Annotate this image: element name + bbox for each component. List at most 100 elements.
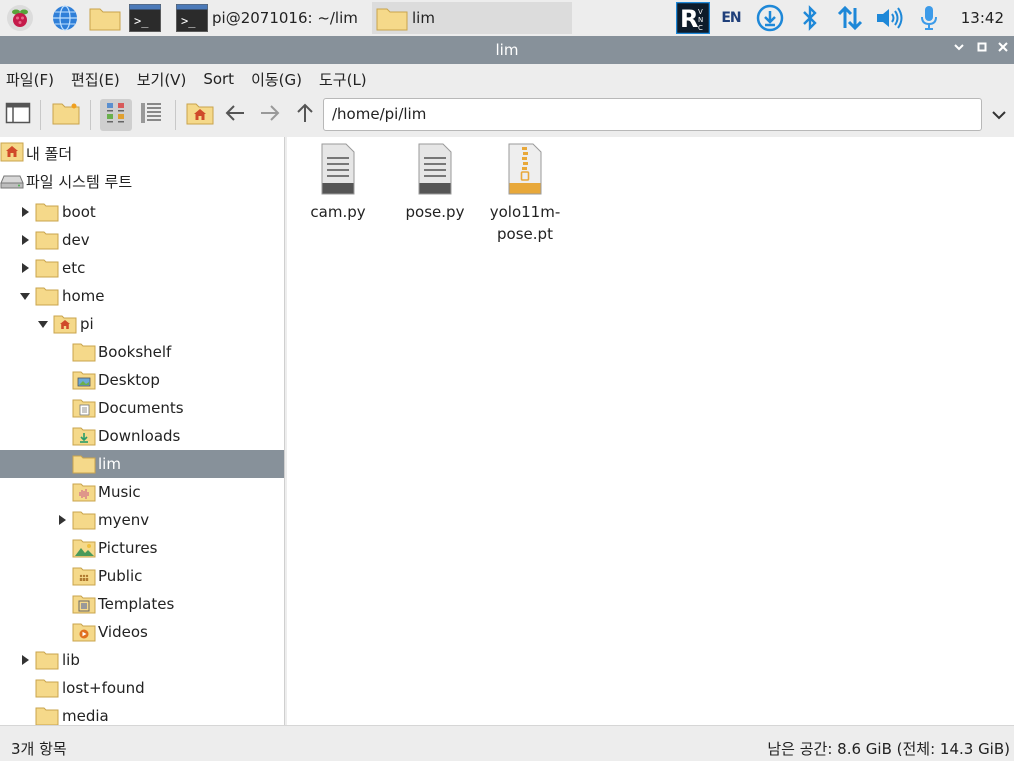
web-browser-icon[interactable]	[50, 3, 80, 33]
menu-go[interactable]: 이동(G)	[251, 69, 302, 90]
network-icon[interactable]	[835, 3, 865, 33]
menu-sort[interactable]: Sort	[203, 70, 234, 88]
tree-item-home[interactable]: home	[0, 282, 284, 310]
drive-icon	[0, 175, 24, 189]
window-title: lim	[495, 41, 519, 59]
clock[interactable]: 13:42	[961, 9, 1004, 27]
text-file-icon	[418, 143, 452, 195]
tree-item-media[interactable]: media	[0, 702, 284, 725]
downloads-folder-icon	[72, 427, 96, 446]
folder-icon	[376, 5, 408, 31]
path-input[interactable]: /home/pi/lim	[323, 98, 982, 131]
taskbar-task-file-manager[interactable]: lim	[372, 2, 572, 34]
file-item[interactable]: pose.py	[390, 143, 480, 223]
task-label: pi@2071016: ~/lim	[212, 9, 358, 27]
icon-view-icon	[105, 101, 127, 129]
tree-item-bookshelf[interactable]: Bookshelf	[0, 338, 284, 366]
svg-text:R: R	[680, 5, 698, 33]
sidebar-place-label: 내 폴더	[26, 145, 73, 163]
new-folder-icon	[52, 101, 80, 129]
minimize-icon[interactable]	[949, 40, 969, 60]
tree-item-label: Downloads	[98, 427, 181, 445]
expand-arrow-icon[interactable]	[19, 262, 31, 274]
expand-arrow-icon[interactable]	[56, 514, 68, 526]
expand-arrow-icon[interactable]	[19, 234, 31, 246]
toolbar-separator	[175, 100, 176, 130]
tree-item-dev[interactable]: dev	[0, 226, 284, 254]
menu-view[interactable]: 보기(V)	[137, 69, 187, 90]
desktop-folder-icon	[72, 371, 96, 390]
expand-arrow-icon[interactable]	[19, 654, 31, 666]
tree-item-lib[interactable]: lib	[0, 646, 284, 674]
taskbar-task-terminal[interactable]: >_ pi@2071016: ~/lim	[172, 2, 368, 34]
up-button[interactable]	[289, 99, 321, 131]
tree-item-documents[interactable]: Documents	[0, 394, 284, 422]
tree-item-lost-found[interactable]: lost+found	[0, 674, 284, 702]
tree-item-music[interactable]: Music	[0, 478, 284, 506]
tree-item-label: home	[62, 287, 105, 305]
new-window-button[interactable]	[2, 99, 34, 131]
svg-text:C: C	[698, 24, 703, 32]
updater-icon[interactable]	[755, 3, 785, 33]
icon-view-button[interactable]	[100, 99, 132, 131]
videos-folder-icon	[72, 623, 96, 642]
window-titlebar[interactable]: lim	[0, 36, 1014, 64]
tree-item-videos[interactable]: Videos	[0, 618, 284, 646]
vnc-icon[interactable]: R V N C	[676, 2, 710, 34]
taskbar: >_ >_ pi@2071016: ~/lim lim R V N C EN 1…	[0, 0, 1014, 36]
directory-tree-pane[interactable]: 내 폴더 파일 시스템 루트 boot dev etc home pi Book…	[0, 137, 285, 725]
sidebar-place-home[interactable]: 내 폴더	[0, 138, 284, 166]
forward-button[interactable]	[254, 99, 286, 131]
back-button[interactable]	[219, 99, 251, 131]
keyboard-layout-icon[interactable]: EN	[716, 3, 746, 33]
menu-edit[interactable]: 편집(E)	[71, 69, 120, 90]
tree-item-myenv[interactable]: myenv	[0, 506, 284, 534]
folder-icon	[72, 455, 96, 474]
tree-item-label: Desktop	[98, 371, 160, 389]
tree-item-desktop[interactable]: Desktop	[0, 366, 284, 394]
tree-item-label: lost+found	[62, 679, 145, 697]
list-view-icon	[139, 101, 163, 129]
arrow-right-icon	[258, 101, 282, 129]
collapse-arrow-icon[interactable]	[19, 290, 31, 302]
list-view-button[interactable]	[135, 99, 167, 131]
file-name: cam.py	[310, 203, 366, 221]
bluetooth-icon[interactable]	[795, 3, 825, 33]
microphone-icon[interactable]	[914, 3, 944, 33]
file-view-pane[interactable]: cam.py pose.py yolo11m- pose.pt	[287, 137, 1014, 725]
tree-item-downloads[interactable]: Downloads	[0, 422, 284, 450]
tree-item-label: lim	[98, 455, 121, 473]
menu-file[interactable]: 파일(F)	[6, 69, 54, 90]
new-folder-button[interactable]	[50, 99, 82, 131]
sidebar-place-filesystem-root[interactable]: 파일 시스템 루트	[0, 166, 284, 194]
chevron-down-icon[interactable]	[988, 104, 1010, 126]
maximize-icon[interactable]	[972, 40, 992, 60]
file-item[interactable]: yolo11m- pose.pt	[480, 143, 570, 245]
terminal-icon[interactable]: >_	[128, 3, 162, 33]
tree-item-etc[interactable]: etc	[0, 254, 284, 282]
file-name-line: pose.pt	[497, 225, 553, 243]
tree-item-pictures[interactable]: Pictures	[0, 534, 284, 562]
tree-item-label: Templates	[98, 595, 175, 613]
text-file-icon	[321, 143, 355, 195]
collapse-arrow-icon[interactable]	[37, 318, 49, 330]
home-button[interactable]	[184, 99, 216, 131]
folder-icon	[35, 287, 59, 306]
tree-item-lim[interactable]: lim	[0, 450, 284, 478]
raspberry-menu-icon[interactable]	[5, 3, 35, 33]
file-item[interactable]: cam.py	[293, 143, 383, 223]
tree-item-pi[interactable]: pi	[0, 310, 284, 338]
menu-tools[interactable]: 도구(L)	[319, 69, 367, 90]
svg-text:>_: >_	[181, 14, 196, 28]
folder-icon	[35, 707, 59, 725]
tree-item-public[interactable]: Public	[0, 562, 284, 590]
arrow-up-icon	[293, 101, 317, 129]
menubar: 파일(F) 편집(E) 보기(V) Sort 이동(G) 도구(L)	[0, 64, 1014, 94]
close-icon[interactable]	[993, 40, 1013, 60]
file-manager-icon[interactable]	[88, 3, 122, 33]
tree-item-boot[interactable]: boot	[0, 198, 284, 226]
tree-item-templates[interactable]: Templates	[0, 590, 284, 618]
volume-icon[interactable]	[874, 3, 904, 33]
tree-item-label: Music	[98, 483, 141, 501]
expand-arrow-icon[interactable]	[19, 206, 31, 218]
